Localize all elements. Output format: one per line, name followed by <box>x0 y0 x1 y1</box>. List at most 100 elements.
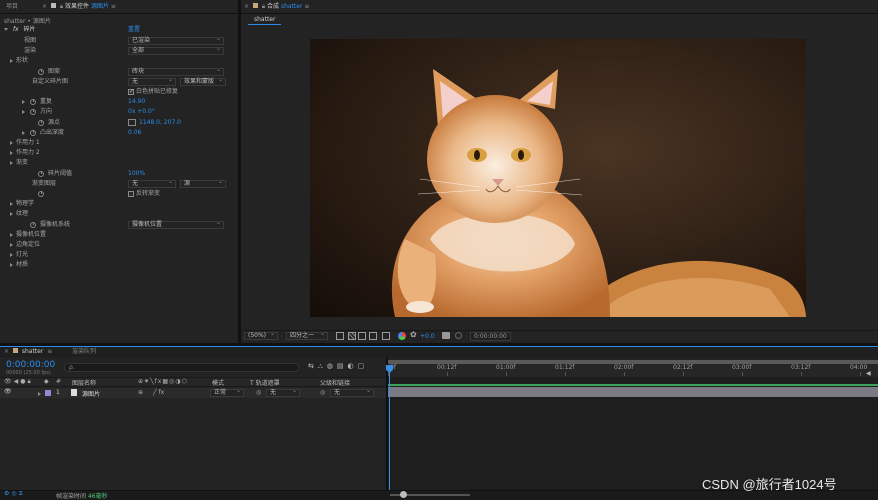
stopwatch-icon[interactable] <box>38 68 44 75</box>
layer-name[interactable]: 源图片 <box>82 389 100 398</box>
fx-row-origin[interactable]: 源点 1148.0, 207.0 <box>0 118 236 128</box>
fx-value-select[interactable]: 摄像机位置 <box>128 220 224 229</box>
track-matte-select[interactable]: 无 <box>266 388 300 397</box>
draft-3d-icon[interactable]: ⛬ <box>318 362 327 370</box>
col-layer-name[interactable]: 图层名称 <box>72 378 96 387</box>
lock-icon[interactable]: 🔒︎ <box>28 378 33 385</box>
exposure-value[interactable]: +0.0 <box>420 333 435 340</box>
expand-icon[interactable] <box>10 151 13 156</box>
col-parent[interactable]: 父级和链接 <box>320 378 350 387</box>
tab-menu-icon[interactable]: ≡ <box>47 348 52 355</box>
fx-row-extrusion-depth[interactable]: 凸出深度 0.06 <box>0 128 236 138</box>
fx-value-select-2[interactable]: 效果和蒙版 <box>180 77 226 86</box>
fx-value-select[interactable]: 已渲染 <box>128 36 224 45</box>
fx-row-white-tiles-fixed[interactable]: 白色拼贴已修复 <box>0 87 236 97</box>
close-icon[interactable]: × <box>42 3 47 10</box>
frame-blending-icon[interactable]: ▤ <box>337 362 348 370</box>
fx-row-pattern[interactable]: 图案 砖块 <box>0 67 236 77</box>
layer-search-input[interactable]: ρ. <box>64 363 299 372</box>
fx-value-checkbox[interactable]: 反转渐变 <box>128 189 160 199</box>
layer-expand-icon[interactable] <box>38 391 41 398</box>
snapshot-view-icon[interactable] <box>369 332 377 340</box>
stopwatch-icon[interactable] <box>38 170 44 177</box>
fx-value-number[interactable]: 0x +0.0° <box>128 107 155 117</box>
stopwatch-icon[interactable] <box>30 99 36 106</box>
tab-menu-icon[interactable]: ≡ <box>304 3 309 10</box>
expand-icon[interactable] <box>10 59 13 64</box>
col-track-matte[interactable]: T 轨道遮罩 <box>250 378 280 387</box>
fx-row-force-1[interactable]: 作用力 1 <box>0 138 236 148</box>
mask-path-icon[interactable] <box>358 332 366 340</box>
tab-effect-controls[interactable]: × 🔒︎ 效果控件 源图片 ≡ <box>42 2 138 12</box>
stopwatch-icon[interactable] <box>38 119 44 126</box>
expand-icon[interactable] <box>22 130 25 135</box>
fx-value-point[interactable]: 1148.0, 207.0 <box>128 118 181 128</box>
tab-project[interactable]: 项目 <box>2 2 38 12</box>
fx-row-gradient[interactable]: 渐变 <box>0 158 236 168</box>
exposure-reset-icon[interactable]: ✿ <box>410 330 417 339</box>
fx-icon[interactable]: fx <box>13 26 19 33</box>
tab-timeline-comp[interactable]: × shatter ≡ <box>4 347 52 357</box>
fx-value-number[interactable]: 0.06 <box>128 128 141 138</box>
fx-value-select[interactable]: 无 <box>128 77 176 86</box>
tab-render-queue[interactable]: 渲染队列 <box>72 347 96 357</box>
grid-guide-icon[interactable] <box>382 332 390 340</box>
fx-value-select-2[interactable]: 源 <box>180 179 226 188</box>
snapshot-camera-icon[interactable] <box>442 332 450 339</box>
parent-select[interactable]: 无 <box>330 388 374 397</box>
expand-icon[interactable] <box>10 253 13 258</box>
checkbox[interactable] <box>128 190 134 197</box>
viewer-timecode[interactable]: 0:00:00:00 <box>470 332 511 341</box>
graph-editor-icon[interactable]: ▢ <box>358 362 369 370</box>
work-area-green[interactable] <box>388 384 878 386</box>
modes-toggle-icon[interactable]: ◎ <box>11 490 18 497</box>
close-icon[interactable]: × <box>244 3 249 10</box>
fx-value-number[interactable]: 100% <box>128 169 145 179</box>
layer-mode-select[interactable]: 正常 <box>210 388 244 397</box>
expand-icon[interactable] <box>10 161 13 166</box>
expand-icon[interactable] <box>10 232 13 237</box>
reset-link[interactable]: 重置 <box>128 25 140 35</box>
fx-row-camera-system[interactable]: 摄像机系统 摄像机位置 <box>0 220 236 230</box>
fx-value-checkbox[interactable]: 白色拼贴已修复 <box>128 87 178 97</box>
region-of-interest-icon[interactable] <box>336 332 344 340</box>
fx-row-physics[interactable]: 物理学 <box>0 199 236 209</box>
checkbox[interactable] <box>128 87 134 97</box>
fx-row-repetitions[interactable]: 重复 14.90 <box>0 97 236 107</box>
fx-row-render[interactable]: 渲染 全部 <box>0 46 236 56</box>
motion-blur-icon[interactable]: ◐ <box>348 362 358 370</box>
fx-value-select[interactable]: 全部 <box>128 46 224 56</box>
tab-menu-icon[interactable]: ≡ <box>111 3 116 10</box>
layer-duration-bar[interactable] <box>388 387 878 397</box>
fx-value-select[interactable]: 砖块 <box>128 67 224 76</box>
fx-row-textures[interactable]: 纹理 <box>0 209 236 219</box>
lock-icon[interactable]: 🔒︎ <box>60 3 63 10</box>
shy-switch-icon[interactable]: ⊕ <box>138 389 143 396</box>
expand-icon[interactable] <box>10 263 13 268</box>
expand-icon[interactable] <box>10 243 13 247</box>
stopwatch-icon[interactable] <box>30 221 36 228</box>
fx-row-shatter-threshold[interactable]: 碎片阈值 100% <box>0 169 236 179</box>
comp-flowchart-icon[interactable]: ⇆ <box>308 362 318 370</box>
expand-icon[interactable] <box>10 141 13 145</box>
label-icon[interactable]: ◆ <box>44 378 49 385</box>
3d-layer-icon[interactable]: ⬡ <box>182 378 188 385</box>
fx-header[interactable]: fx 碎片 <box>4 25 36 35</box>
tab-composition[interactable]: × 🔒︎ 合成 shatter ≡ <box>244 2 334 12</box>
pick-whip-icon[interactable]: ◎ <box>320 389 325 396</box>
zoom-slider-thumb[interactable] <box>400 491 407 498</box>
fx-row-camera-position[interactable]: 摄像机位置 <box>0 230 236 240</box>
fx-row-view[interactable]: 视图 已渲染 <box>0 36 236 46</box>
crosshair-icon[interactable] <box>128 118 136 126</box>
shy-layers-icon[interactable]: ◍ <box>327 362 337 370</box>
stopwatch-icon[interactable] <box>30 129 36 136</box>
expand-icon[interactable] <box>10 212 13 217</box>
time-navigator-end-icon[interactable]: ◀ <box>866 370 871 377</box>
zoom-select[interactable]: (50%) <box>244 331 278 340</box>
fx-row-material[interactable]: 材质 <box>0 260 236 270</box>
expand-icon[interactable] <box>22 100 25 105</box>
stopwatch-icon[interactable] <box>30 109 36 116</box>
resolution-select[interactable]: 四分之一 <box>286 331 328 340</box>
layer-visibility-eye-icon[interactable]: 👁︎ <box>4 388 12 395</box>
solo-icon[interactable]: ● <box>20 378 27 385</box>
